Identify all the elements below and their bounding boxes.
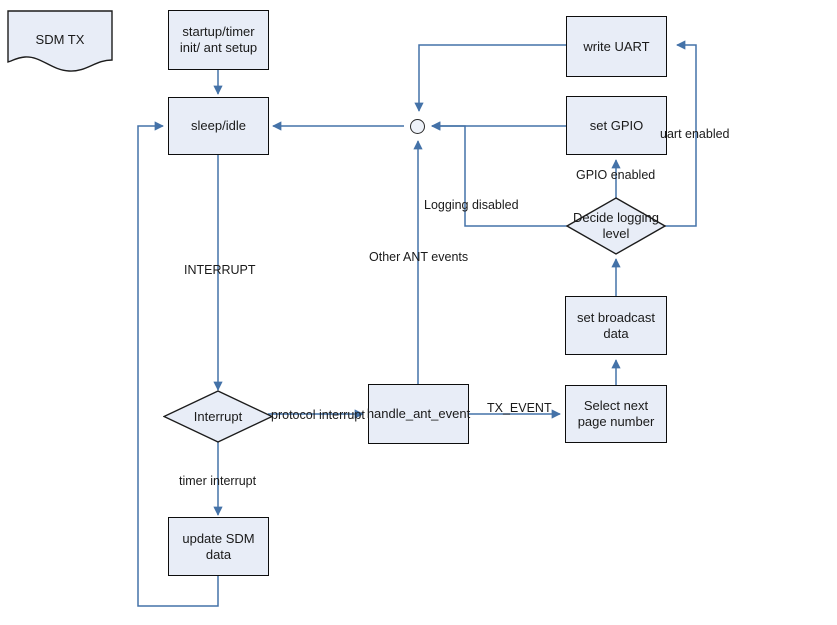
node-update-sdm-data-label: update SDM data bbox=[182, 530, 255, 562]
junction-connector bbox=[410, 119, 425, 134]
node-set-gpio-label: set GPIO bbox=[589, 117, 644, 133]
edge-label-tx-event: TX_EVENT bbox=[487, 401, 552, 415]
edge-label-timer-interrupt: timer interrupt bbox=[179, 474, 257, 488]
connector-layer bbox=[137, 40, 697, 607]
node-set-broadcast-data-label: set broadcast data bbox=[576, 309, 656, 341]
edge-label-interrupt: INTERRUPT bbox=[184, 263, 256, 277]
edge-label-gpio-enabled: GPIO enabled bbox=[576, 168, 656, 182]
node-interrupt-decision[interactable]: Interrupt bbox=[163, 390, 273, 443]
node-startup[interactable]: startup/timer init/ ant setup bbox=[168, 10, 269, 70]
edge-label-logging-disabled: Logging disabled bbox=[424, 198, 519, 212]
node-sleep-idle-label: sleep/idle bbox=[191, 118, 246, 133]
node-handle-ant-event[interactable]: handle_ant_event bbox=[367, 384, 470, 444]
node-select-next-page[interactable]: Select next page number bbox=[565, 385, 667, 443]
node-sdm-tx-label: SDM TX bbox=[35, 32, 85, 47]
node-decide-logging-level-label: Decide logging level bbox=[572, 210, 659, 241]
edge-label-uart-enabled: uart enabled bbox=[660, 127, 730, 141]
node-sdm-tx: SDM TX bbox=[7, 10, 113, 72]
node-startup-label: startup/timer init/ ant setup bbox=[179, 24, 258, 55]
node-write-uart-label: write UART bbox=[583, 38, 650, 54]
node-decide-logging-level[interactable]: Decide logging level bbox=[566, 197, 666, 255]
edge-label-protocol-interrupt: protocol interrupt bbox=[271, 408, 365, 422]
node-set-broadcast-data[interactable]: set broadcast data bbox=[565, 296, 667, 355]
node-set-gpio[interactable]: set GPIO bbox=[566, 96, 667, 155]
node-update-sdm-data[interactable]: update SDM data bbox=[168, 517, 269, 576]
node-handle-ant-event-label: handle_ant_event bbox=[366, 406, 471, 421]
node-write-uart[interactable]: write UART bbox=[566, 16, 667, 77]
flowchart-canvas: SDM TX startup/timer init/ ant setup sle… bbox=[0, 0, 837, 625]
edge-uart-to-junction bbox=[414, 44, 566, 112]
node-sleep-idle[interactable]: sleep/idle bbox=[168, 97, 269, 155]
node-select-next-page-label: Select next page number bbox=[577, 398, 655, 429]
edge-label-other-ant-events: Other ANT events bbox=[369, 250, 469, 264]
node-interrupt-label: Interrupt bbox=[193, 408, 243, 424]
